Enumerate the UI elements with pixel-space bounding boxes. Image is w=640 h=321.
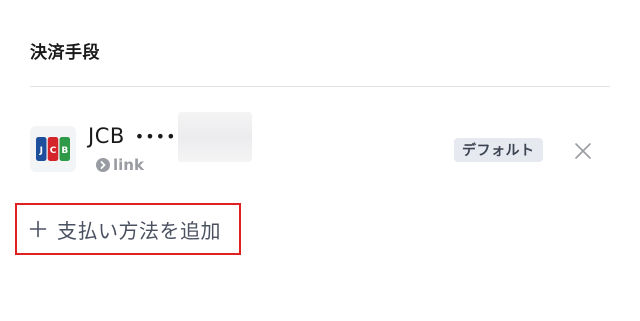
payment-method-row: J C B JCB •••• link デフォルト <box>30 112 610 182</box>
divider <box>30 86 610 87</box>
section-title: 決済手段 <box>30 43 100 63</box>
svg-text:B: B <box>61 146 68 156</box>
card-label: JCB •••• <box>88 124 177 148</box>
jcb-logo-icon: J C B <box>30 126 76 172</box>
remove-payment-method-button[interactable] <box>572 140 594 162</box>
close-icon <box>575 143 591 159</box>
add-payment-method-button[interactable]: 支払い方法を追加 <box>15 203 241 255</box>
jcb-logo-graphic: J C B <box>36 137 70 161</box>
chevron-circle-icon <box>96 158 110 172</box>
card-source: link <box>96 156 144 174</box>
add-payment-method-label: 支払い方法を追加 <box>57 218 221 243</box>
card-source-label: link <box>113 156 144 174</box>
plus-icon <box>29 220 47 238</box>
payment-settings-panel: 決済手段 J C B JCB •••• link デフォルト 支払い方法を追加 <box>0 0 640 321</box>
card-masked-number: •••• <box>134 126 177 146</box>
redacted-card-digits <box>178 112 252 162</box>
default-badge: デフォルト <box>454 138 543 162</box>
svg-text:J: J <box>39 146 43 156</box>
card-brand: JCB <box>88 124 125 148</box>
svg-text:C: C <box>50 146 57 156</box>
